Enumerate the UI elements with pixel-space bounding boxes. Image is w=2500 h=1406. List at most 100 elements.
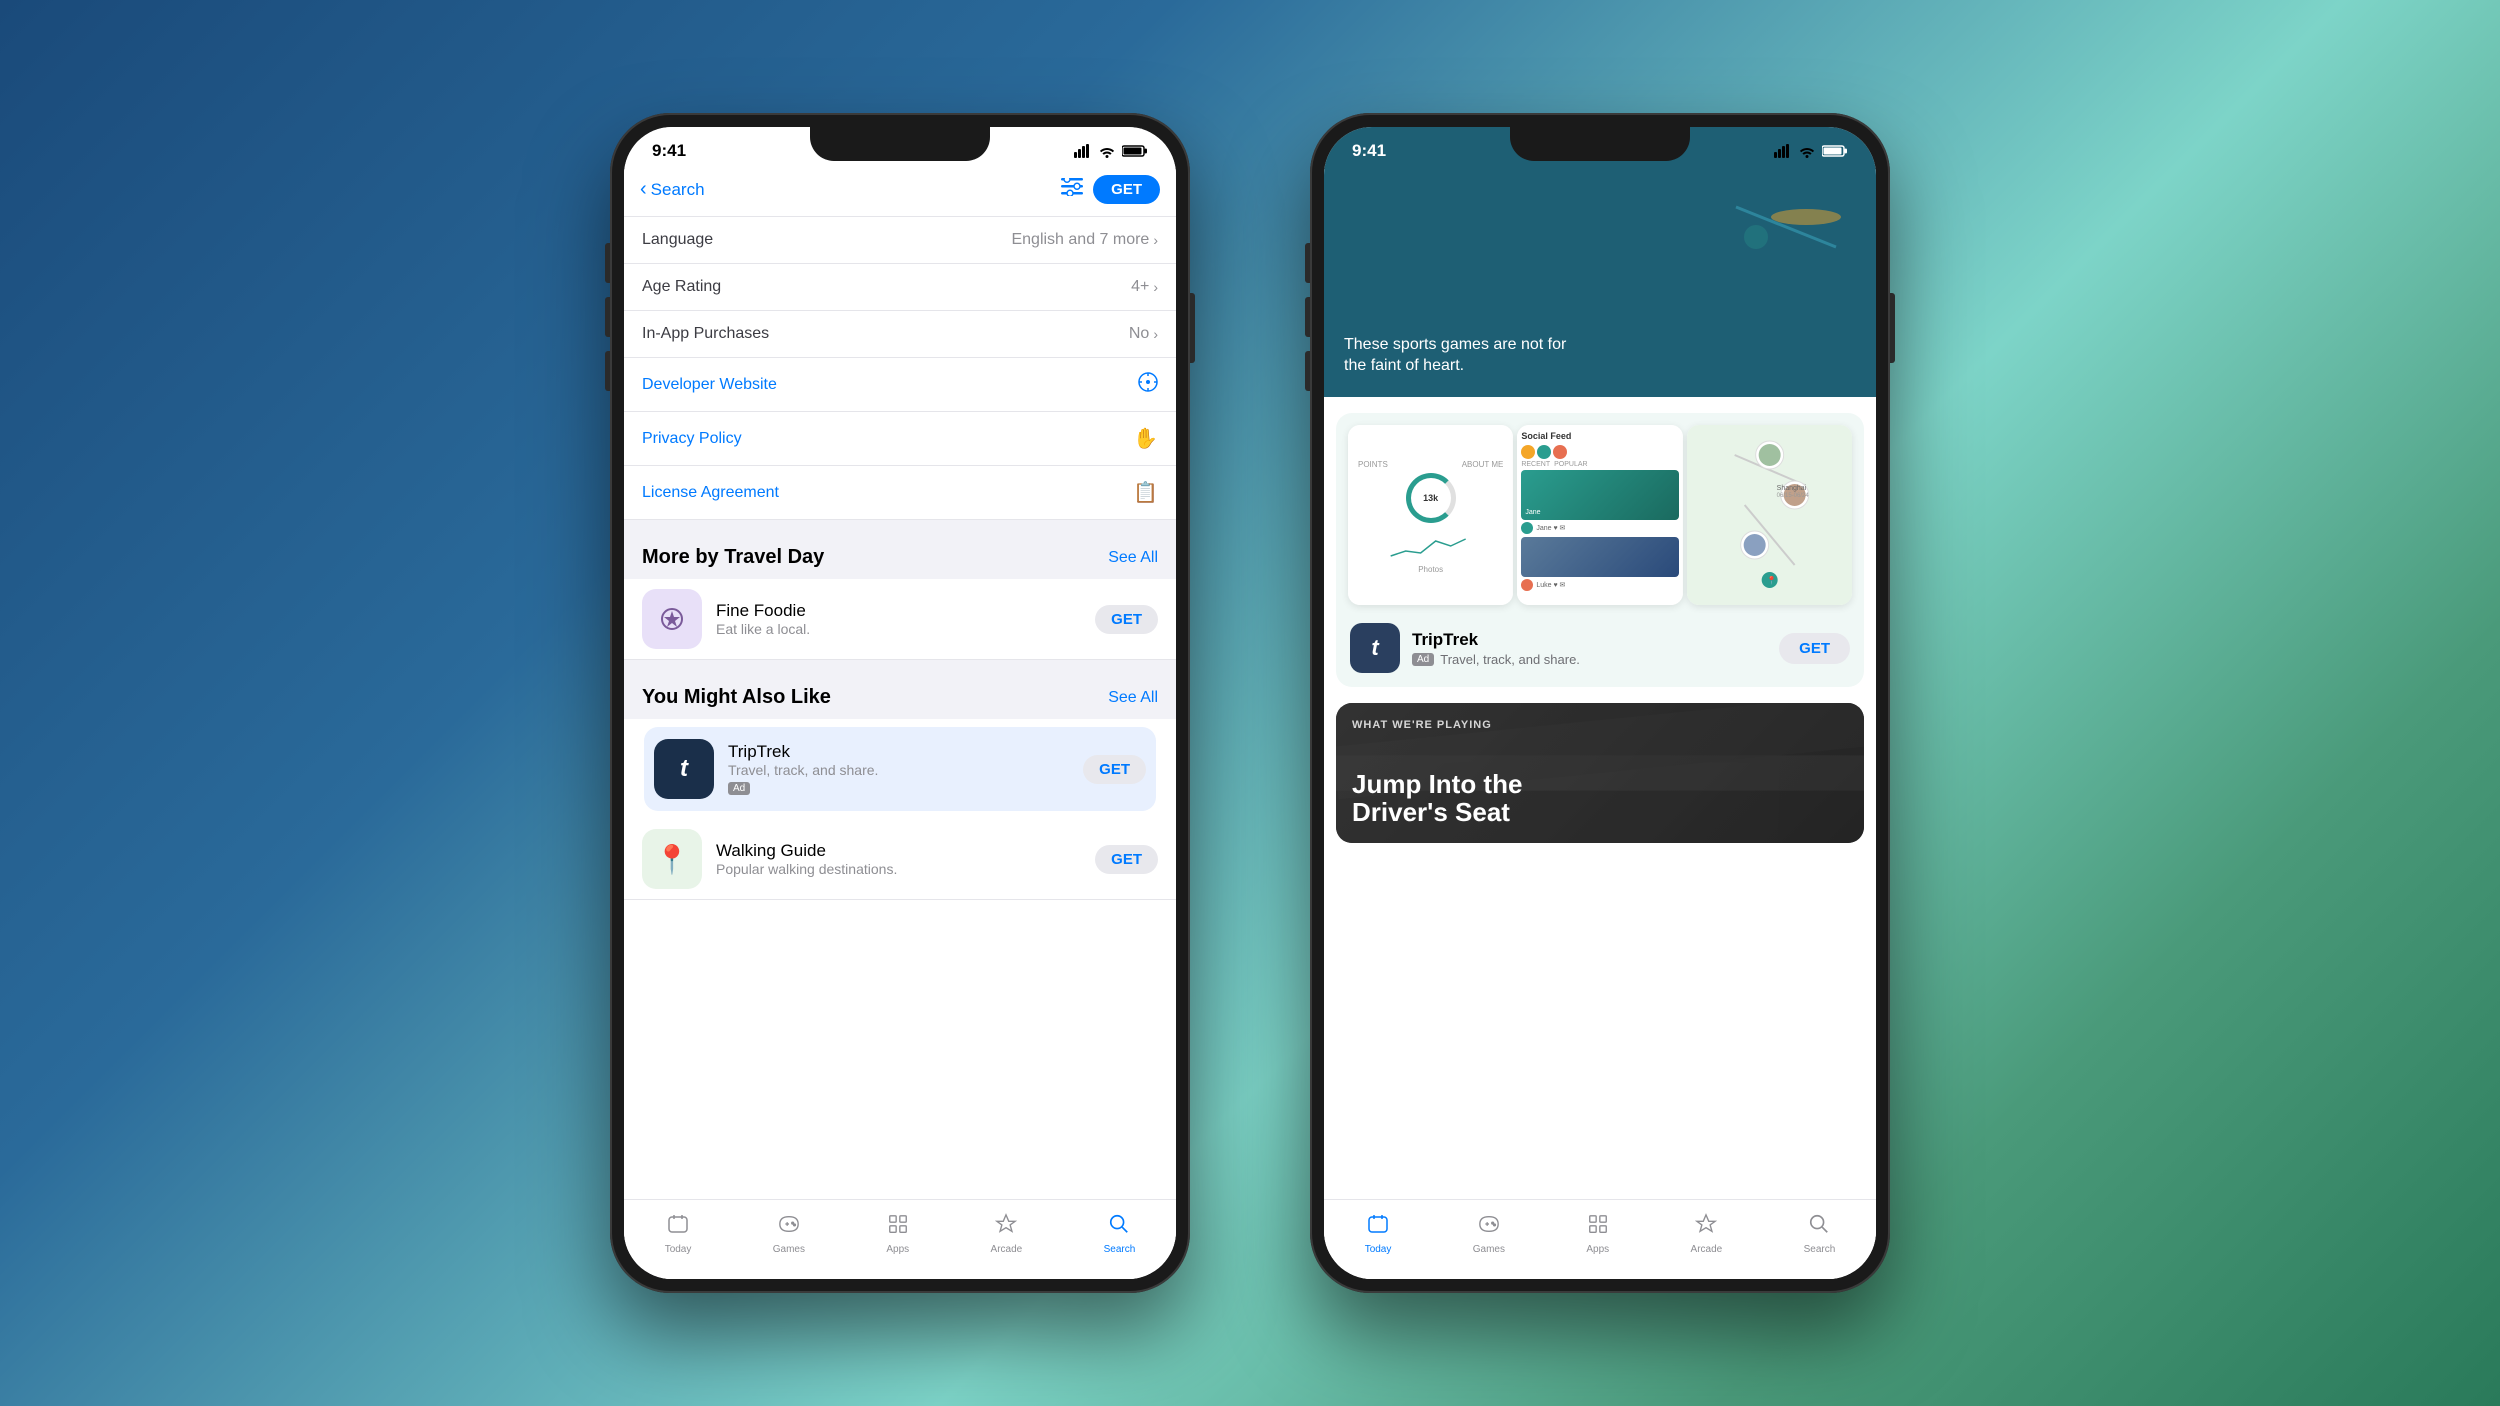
today-icon-2: [1367, 1213, 1389, 1241]
age-rating-text: 4+: [1131, 278, 1149, 296]
developer-website-row[interactable]: Developer Website: [624, 358, 1176, 412]
nav-bar: ‹ Search GET: [624, 167, 1176, 217]
phone2-content: These sports games are not for the faint…: [1324, 167, 1876, 1279]
tab-search-label: Search: [1104, 1244, 1136, 1255]
tab2-games[interactable]: Games: [1473, 1213, 1505, 1255]
tab-bar-2: Today Games Apps: [1324, 1199, 1876, 1279]
battery-icon: [1122, 144, 1148, 158]
compass-icon: [1138, 372, 1158, 397]
tab2-apps-label: Apps: [1586, 1244, 1609, 1255]
triptrek-name: TripTrek: [728, 742, 1069, 762]
map-mock: 📍 Shanghai 06/15-06/24: [1687, 425, 1852, 605]
photos-label: Photos: [1418, 565, 1443, 574]
triptrek-ad-badge: Ad: [728, 782, 750, 795]
more-by-app-list: Fine Foodie Eat like a local. GET: [624, 579, 1176, 660]
triptrek-icon: t: [654, 739, 714, 799]
notch-2: [1510, 127, 1690, 161]
stats-screenshot: POINTS ABOUT ME 13k Photos: [1348, 425, 1513, 605]
tab-today-label: Today: [665, 1244, 692, 1255]
tab-bar: Today Games Apps: [624, 1199, 1176, 1279]
also-like-header: You Might Also Like See All: [624, 668, 1176, 719]
more-by-see-all[interactable]: See All: [1108, 549, 1158, 567]
fine-foodie-desc: Eat like a local.: [716, 621, 1081, 637]
showcase-app-name: TripTrek: [1412, 630, 1767, 650]
in-app-purchases-label: In-App Purchases: [642, 325, 769, 343]
what-were-playing-card: WHAT WE'RE PLAYING Jump Into the Driver'…: [1336, 703, 1864, 843]
sports-card-line2: the faint of heart.: [1344, 356, 1566, 377]
phone1-screen: 9:41: [624, 127, 1176, 1279]
privacy-policy-row[interactable]: Privacy Policy ✋: [624, 412, 1176, 466]
get-button-nav[interactable]: GET: [1093, 175, 1160, 204]
status-time: 9:41: [652, 141, 686, 161]
back-button[interactable]: ‹ Search: [640, 178, 705, 201]
walking-guide-desc: Popular walking destinations.: [716, 861, 1081, 877]
showcase-app-badges: Ad Travel, track, and share.: [1412, 652, 1767, 667]
language-label: Language: [642, 231, 713, 249]
arcade-icon-2: [1695, 1213, 1717, 1241]
apps-icon: [887, 1213, 909, 1241]
also-like-section: You Might Also Like See All t TripTrek: [624, 660, 1176, 900]
age-rating-row[interactable]: Age Rating 4+ ›: [624, 264, 1176, 311]
fine-foodie-name: Fine Foodie: [716, 601, 1081, 621]
svg-text:📍: 📍: [1766, 575, 1776, 585]
wwp-title-line2: Driver's Seat: [1352, 798, 1522, 827]
tab-apps[interactable]: Apps: [886, 1213, 909, 1255]
status-icons: [1074, 144, 1148, 158]
wifi-icon-2: [1798, 144, 1816, 158]
sf-tabs: RECENT POPULAR: [1521, 461, 1678, 468]
tab2-search[interactable]: Search: [1804, 1213, 1836, 1255]
filter-icon[interactable]: [1061, 178, 1083, 201]
signal-icon: [1074, 144, 1092, 158]
age-rating-label: Age Rating: [642, 278, 721, 296]
triptrek-desc-row: Travel, track, and share.: [728, 762, 1069, 778]
info-section: Language English and 7 more › Age Rating…: [624, 217, 1176, 520]
search-icon: [1108, 1213, 1130, 1241]
also-like-see-all[interactable]: See All: [1108, 689, 1158, 707]
app-showcase-card: POINTS ABOUT ME 13k Photos: [1336, 413, 1864, 687]
walking-guide-info: Walking Guide Popular walking destinatio…: [716, 841, 1081, 877]
language-row[interactable]: Language English and 7 more ›: [624, 217, 1176, 264]
license-agreement-row[interactable]: License Agreement 📋: [624, 466, 1176, 520]
developer-website-label: Developer Website: [642, 376, 777, 394]
games-icon-2: [1478, 1213, 1500, 1241]
showcase-app-desc: Travel, track, and share.: [1440, 652, 1580, 667]
tab-arcade[interactable]: Arcade: [991, 1213, 1023, 1255]
triptrek-info: TripTrek Travel, track, and share. Ad: [728, 742, 1069, 796]
map-screenshot: 📍 Shanghai 06/15-06/24: [1687, 425, 1852, 605]
wwp-title-line1: Jump Into the: [1352, 770, 1522, 799]
sports-decoration: [1726, 187, 1846, 272]
status-time-2: 9:41: [1352, 141, 1386, 161]
triptrek-get-button[interactable]: GET: [1083, 755, 1146, 784]
in-app-purchases-row[interactable]: In-App Purchases No ›: [624, 311, 1176, 358]
social-screenshot: Social Feed RECENT POPULAR: [1517, 425, 1682, 605]
chevron-icon: ›: [1153, 232, 1158, 248]
language-value: English and 7 more ›: [1011, 231, 1158, 249]
tab2-arcade[interactable]: Arcade: [1691, 1213, 1723, 1255]
tab-today[interactable]: Today: [665, 1213, 692, 1255]
tab-games[interactable]: Games: [773, 1213, 805, 1255]
sports-card: These sports games are not for the faint…: [1324, 167, 1876, 397]
triptrek-showcase-icon: t: [1350, 623, 1400, 673]
phone1: 9:41: [610, 113, 1190, 1293]
sports-card-line1: These sports games are not for: [1344, 335, 1566, 356]
walking-guide-get-button[interactable]: GET: [1095, 845, 1158, 874]
back-arrow-icon: ‹: [640, 178, 647, 201]
tab2-today[interactable]: Today: [1365, 1213, 1392, 1255]
more-by-title: More by Travel Day: [642, 546, 824, 569]
tab2-search-label: Search: [1804, 1244, 1836, 1255]
tab-arcade-label: Arcade: [991, 1244, 1023, 1255]
hand-icon: ✋: [1133, 426, 1158, 451]
tab2-games-label: Games: [1473, 1244, 1505, 1255]
tab2-apps[interactable]: Apps: [1586, 1213, 1609, 1255]
also-like-title: You Might Also Like: [642, 686, 831, 709]
tab-search[interactable]: Search: [1104, 1213, 1136, 1255]
language-text: English and 7 more: [1011, 231, 1149, 249]
wwp-title: Jump Into the Driver's Seat: [1352, 770, 1522, 827]
nav-right-actions: GET: [1061, 175, 1160, 204]
games-icon: [778, 1213, 800, 1241]
triptrek-item: t TripTrek Travel, track, and share. Ad …: [644, 727, 1156, 811]
social-feed-mock: Social Feed RECENT POPULAR: [1517, 425, 1682, 605]
fine-foodie-get-button[interactable]: GET: [1095, 605, 1158, 634]
fine-foodie-icon: [642, 589, 702, 649]
showcase-get-button[interactable]: GET: [1779, 633, 1850, 664]
